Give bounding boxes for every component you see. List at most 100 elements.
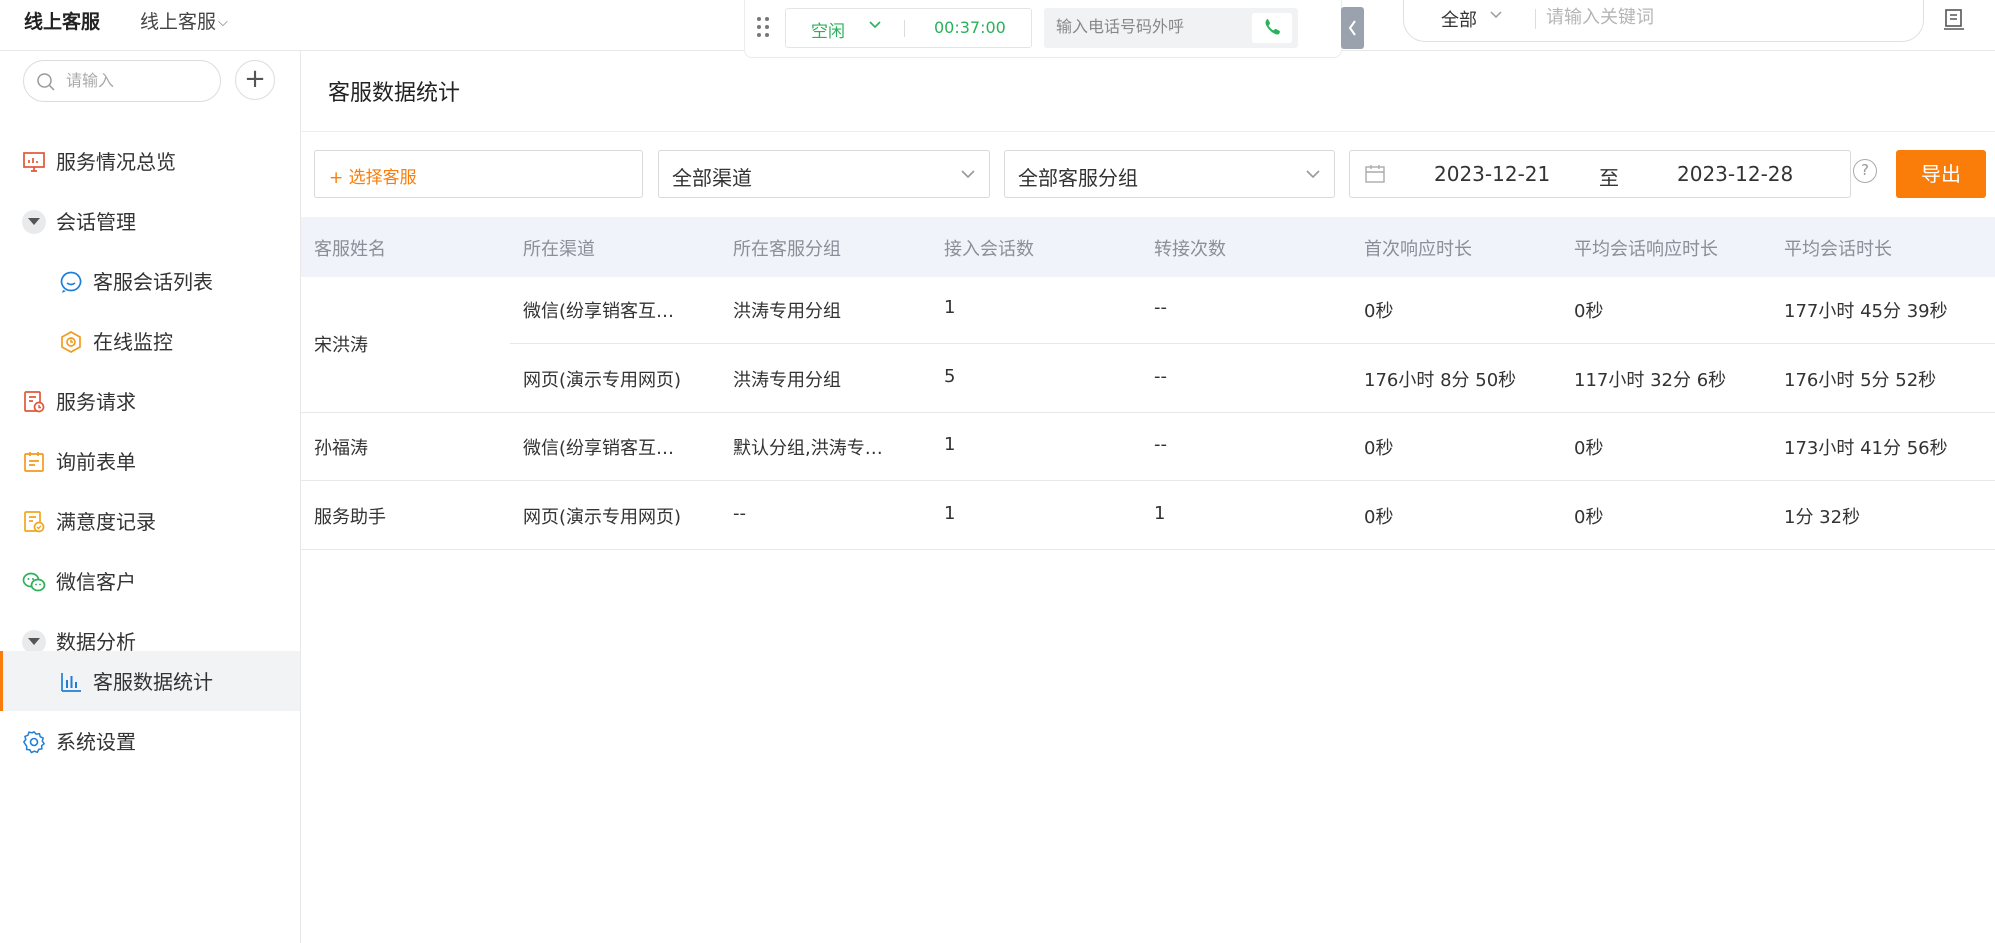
- column-header: 客服姓名: [314, 239, 386, 260]
- column-header: 首次响应时长: [1364, 239, 1472, 260]
- sidebar-item-label: 客服数据统计: [93, 670, 213, 694]
- table-cell: 176小时 5分 52秒: [1784, 370, 1937, 391]
- sidebar-item-monitor[interactable]: 在线监控: [0, 311, 300, 371]
- sidebar-item-service-request[interactable]: 服务请求: [0, 371, 300, 431]
- table-cell: 0秒: [1574, 301, 1604, 322]
- call-button[interactable]: [1252, 13, 1292, 43]
- divider: [301, 412, 1995, 413]
- table-cell: 0秒: [1364, 301, 1394, 322]
- divider: [301, 480, 1995, 481]
- date-end[interactable]: 2023-12-28: [1677, 162, 1793, 186]
- bar-chart-icon: [61, 673, 81, 692]
- outbound-call: [1044, 8, 1298, 48]
- main-content: 客服数据统计 + 选择客服 全部渠道 全部客服分组 2023-12-21 至 2…: [301, 51, 1995, 943]
- chevron-down-icon: [868, 19, 882, 34]
- sidebar-item-label: 询前表单: [56, 450, 136, 474]
- table-cell: 默认分组,洪涛专…: [733, 438, 883, 459]
- search-input[interactable]: [1546, 7, 1846, 28]
- table-cell: 0秒: [1364, 507, 1394, 528]
- group-select[interactable]: 全部客服分组: [1004, 150, 1335, 198]
- help-icon[interactable]: ?: [1853, 159, 1877, 183]
- drag-handle-icon[interactable]: [757, 17, 771, 37]
- sidebar-item-label: 满意度记录: [56, 510, 156, 534]
- table-cell: 5: [944, 366, 956, 387]
- search-scope[interactable]: 全部: [1441, 6, 1477, 32]
- table-cell: 网页(演示专用网页): [523, 370, 682, 391]
- group-select-value: 全部客服分组: [1018, 166, 1138, 190]
- agent-status[interactable]: 空闲 00:37:00: [785, 8, 1032, 48]
- column-header: 转接次数: [1154, 239, 1226, 260]
- chat-bubble-icon: [60, 271, 82, 293]
- table-cell: 177小时 45分 39秒: [1784, 301, 1948, 322]
- divider: [301, 131, 1995, 132]
- chevron-left-icon: [1348, 20, 1356, 36]
- table-cell: 173小时 41分 56秒: [1784, 438, 1948, 459]
- table-cell: 1: [1154, 503, 1166, 524]
- column-header: 平均会话时长: [1784, 239, 1892, 260]
- table-cell: --: [1154, 434, 1167, 455]
- brand-title: 线上客服: [24, 11, 101, 33]
- sidebar-item-label: 在线监控: [93, 330, 173, 354]
- sidebar-item-label: 服务情况总览: [56, 150, 176, 174]
- collapse-call-bar-button[interactable]: [1341, 7, 1364, 49]
- column-header: 所在渠道: [523, 239, 595, 260]
- table-cell: 1: [944, 503, 956, 524]
- table-cell: 176小时 8分 50秒: [1364, 370, 1517, 391]
- table-cell: --: [1154, 366, 1167, 387]
- divider: [301, 549, 1995, 550]
- sidebar-item-overview[interactable]: 服务情况总览: [0, 131, 300, 191]
- sidebar-item-session-list[interactable]: 客服会话列表: [0, 251, 300, 311]
- workspace-label: 线上客服: [140, 11, 217, 33]
- chevron-down-icon: [1306, 170, 1320, 179]
- select-agent-label: + 选择客服: [329, 168, 417, 188]
- export-button[interactable]: 导出: [1896, 150, 1986, 198]
- sidebar-search-input[interactable]: [66, 71, 206, 90]
- sidebar-item-agent-stats[interactable]: 客服数据统计: [0, 651, 300, 711]
- chevron-down-icon: ⌵: [218, 15, 228, 30]
- calendar-icon: [1365, 165, 1385, 183]
- table-cell: 0秒: [1364, 438, 1394, 459]
- divider: [904, 20, 905, 37]
- column-header: 所在客服分组: [733, 239, 841, 260]
- gear-icon: [23, 731, 45, 754]
- sidebar-group-session[interactable]: 会话管理: [0, 191, 300, 251]
- sidebar-item-label: 服务请求: [56, 390, 136, 414]
- sidebar-item-wechat-customer[interactable]: 微信客户: [0, 551, 300, 611]
- table-cell: 1: [944, 297, 956, 318]
- channel-select[interactable]: 全部渠道: [658, 150, 990, 198]
- sidebar-item-satisfaction[interactable]: 满意度记录: [0, 491, 300, 551]
- table-cell: --: [733, 503, 746, 524]
- table-cell: 0秒: [1574, 438, 1604, 459]
- select-agent-button[interactable]: + 选择客服: [314, 150, 643, 198]
- date-range-picker[interactable]: 2023-12-21 至 2023-12-28: [1349, 150, 1851, 198]
- sidebar-search: [23, 60, 221, 102]
- search-icon: [37, 73, 55, 91]
- divider: [1535, 9, 1536, 29]
- monitor-icon: [61, 331, 81, 353]
- form-icon: [24, 452, 44, 472]
- date-start[interactable]: 2023-12-21: [1434, 162, 1550, 186]
- sidebar-item-label: 系统设置: [56, 730, 136, 754]
- call-bar: 空闲 00:37:00: [744, 0, 1342, 58]
- service-request-icon: [24, 391, 45, 413]
- divider: [510, 343, 1995, 344]
- add-button[interactable]: +: [235, 60, 275, 100]
- phone-input[interactable]: [1056, 17, 1256, 36]
- table-cell: --: [1154, 297, 1167, 318]
- sidebar: + 服务情况总览 会话管理 客服会话列表 在线监控: [0, 51, 301, 943]
- document-icon[interactable]: [1943, 8, 1965, 32]
- table-cell: 微信(纷享销客互…: [523, 301, 675, 322]
- table-cell: 1: [944, 434, 956, 455]
- sidebar-item-pre-form[interactable]: 询前表单: [0, 431, 300, 491]
- table-cell: 洪涛专用分组: [733, 370, 841, 391]
- table-cell: 网页(演示专用网页): [523, 507, 682, 528]
- global-search: 全部: [1403, 0, 1924, 42]
- column-header: 平均会话响应时长: [1574, 239, 1718, 260]
- column-header: 接入会话数: [944, 239, 1034, 260]
- sidebar-item-settings[interactable]: 系统设置: [0, 711, 300, 771]
- workspace-switcher[interactable]: 线上客服 ⌵: [140, 7, 228, 34]
- table-header: 客服姓名 所在渠道 所在客服分组 接入会话数 转接次数 首次响应时长 平均会话响…: [301, 217, 1995, 277]
- sidebar-item-label: 客服会话列表: [93, 270, 213, 294]
- sidebar-item-label: 会话管理: [56, 210, 136, 234]
- chevron-down-icon: [961, 170, 975, 179]
